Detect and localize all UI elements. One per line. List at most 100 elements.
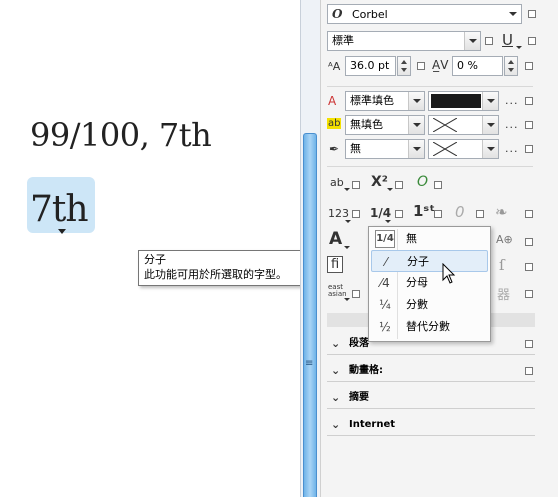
background-color-picker[interactable]: [428, 115, 499, 135]
outline-color-picker[interactable]: [428, 139, 499, 159]
east-asian-menu-arrow[interactable]: [344, 298, 350, 301]
superscript-checkbox[interactable]: [395, 181, 403, 189]
historical-forms-icon[interactable]: ſ: [499, 256, 505, 274]
numeric-style-icon[interactable]: 123: [328, 207, 349, 220]
section-checkbox[interactable]: [525, 367, 533, 375]
kerning-spinner[interactable]: [504, 56, 518, 76]
separator: [327, 166, 533, 167]
font-size-icon: ᴬA: [328, 60, 341, 73]
kerning-checkbox[interactable]: [525, 62, 533, 70]
docker-splitter[interactable]: ≡: [300, 0, 320, 497]
fraction-dropdown-menu: 1/4 無 ⁄ 分子 ⁄4 分母 ¼ 分數 ½ 替代分數: [368, 226, 491, 342]
slashed-zero-checkbox[interactable]: [476, 210, 484, 218]
fill-type-value: 標準填色: [350, 94, 394, 107]
east-asian-icon[interactable]: east asian: [328, 284, 347, 298]
fraction-checkbox[interactable]: [395, 210, 403, 218]
section-label: 摘要: [349, 392, 369, 403]
font-size-checkbox[interactable]: [417, 62, 425, 70]
fraction-none-icon: 1/4: [375, 230, 395, 248]
stylistic-sets-checkbox[interactable]: [525, 290, 533, 298]
selected-text-highlight[interactable]: 7th: [27, 177, 95, 233]
fill-color-picker[interactable]: [428, 91, 499, 111]
chevron-down-icon: ⌄: [331, 391, 341, 404]
section-label: 段落: [349, 338, 369, 349]
east-asian-checkbox[interactable]: [352, 290, 360, 298]
tooltip-title: 分子: [144, 253, 166, 266]
menu-item-denominator[interactable]: ⁄4 分母: [371, 272, 488, 294]
font-style-arrow[interactable]: [464, 32, 480, 50]
outline-width-combo[interactable]: 無: [345, 139, 425, 159]
fill-checkbox[interactable]: [525, 97, 533, 105]
background-fill-combo[interactable]: 無填色: [345, 115, 425, 135]
ornaments-icon[interactable]: ❧: [495, 203, 508, 221]
section-label: 動畫格:: [349, 365, 383, 376]
font-size-input[interactable]: 36.0 pt: [345, 56, 396, 76]
section-summary[interactable]: ⌄ 摘要: [327, 387, 535, 409]
fraction-icon[interactable]: 1/4: [370, 206, 391, 220]
section-internet[interactable]: ⌄ Internet: [327, 414, 535, 436]
section-animation[interactable]: ⌄ 動畫格:: [327, 360, 535, 382]
font-size-spinner[interactable]: [397, 56, 411, 76]
menu-item-none[interactable]: 1/4 無: [371, 228, 488, 250]
fill-settings-button[interactable]: ...: [505, 94, 519, 107]
outline-color-arrow[interactable]: [482, 140, 498, 158]
drawing-canvas[interactable]: 99/100, 7th 7th: [0, 0, 300, 497]
uppercase-checkbox[interactable]: [352, 181, 360, 189]
tooltip: 分子 此功能可用於所選取的字型。: [138, 250, 306, 286]
opentype-indicator-icon[interactable]: [58, 229, 66, 234]
no-color-icon: [433, 118, 457, 132]
ornaments-checkbox[interactable]: [525, 210, 533, 218]
style-checkbox[interactable]: [485, 37, 493, 45]
menu-item-numerator[interactable]: ⁄ 分子: [371, 250, 488, 272]
contextual-alternates-icon[interactable]: A⊕: [496, 233, 513, 246]
ordinal-checkbox[interactable]: [434, 210, 442, 218]
sample-text[interactable]: 99/100, 7th: [30, 116, 212, 154]
superscript-icon[interactable]: X²: [371, 174, 388, 190]
ordinal-icon[interactable]: 1ˢᵗ: [413, 202, 435, 220]
background-settings-button[interactable]: ...: [505, 118, 519, 131]
underline-checkbox[interactable]: [528, 37, 536, 45]
menu-item-label: 分子: [407, 255, 429, 268]
menu-item-fraction[interactable]: ¼ 分數: [371, 294, 488, 316]
underline-icon[interactable]: U: [502, 31, 513, 49]
splitter-grip-icon[interactable]: ≡: [305, 358, 313, 369]
stylistic-sets-icon[interactable]: 器: [497, 284, 510, 303]
outline-settings-button[interactable]: ...: [505, 142, 519, 155]
superscript-menu-arrow[interactable]: [387, 188, 393, 191]
fill-color-arrow[interactable]: [482, 92, 498, 110]
docker-scroll-bar[interactable]: [303, 133, 317, 497]
font-style-combo[interactable]: 標準: [327, 31, 481, 51]
outline-width-arrow[interactable]: [408, 140, 424, 158]
small-caps-icon[interactable]: A: [329, 229, 342, 249]
font-dropdown-arrow[interactable]: [505, 5, 521, 23]
small-caps-menu-arrow[interactable]: [344, 246, 350, 249]
font-list-combo[interactable]: O Corbel: [327, 4, 522, 24]
kerning-input[interactable]: 0 %: [452, 56, 503, 76]
selected-glyph-text[interactable]: 7th: [30, 189, 89, 230]
fill-type-combo[interactable]: 標準填色: [345, 91, 425, 111]
background-color-arrow[interactable]: [482, 116, 498, 134]
section-checkbox[interactable]: [525, 340, 533, 348]
fill-type-arrow[interactable]: [408, 92, 424, 110]
section-label: Internet: [349, 419, 396, 430]
opentype-checkbox[interactable]: [434, 181, 442, 189]
opentype-features-icon[interactable]: O: [417, 174, 428, 190]
fraction-menu-arrow[interactable]: [385, 220, 391, 223]
font-lock-checkbox[interactable]: [528, 10, 536, 18]
uppercase-menu-arrow[interactable]: [344, 188, 350, 191]
numeric-style-checkbox[interactable]: [352, 210, 360, 218]
background-checkbox[interactable]: [525, 121, 533, 129]
historical-forms-checkbox[interactable]: [525, 263, 533, 271]
menu-item-alternate-fraction[interactable]: ½ 替代分數: [371, 316, 488, 338]
contextual-alternates-checkbox[interactable]: [525, 238, 533, 246]
numeric-style-menu-arrow[interactable]: [345, 220, 351, 223]
outline-checkbox[interactable]: [525, 145, 533, 153]
slashed-zero-icon[interactable]: 0: [455, 203, 465, 221]
mouse-cursor-icon: [442, 263, 456, 284]
underline-menu-arrow[interactable]: [516, 46, 522, 49]
alternate-fraction-icon: ½: [379, 320, 391, 334]
font-name: Corbel: [351, 8, 388, 21]
background-fill-arrow[interactable]: [408, 116, 424, 134]
uppercase-icon[interactable]: ab: [330, 176, 344, 189]
ligatures-icon[interactable]: fi: [327, 256, 344, 273]
